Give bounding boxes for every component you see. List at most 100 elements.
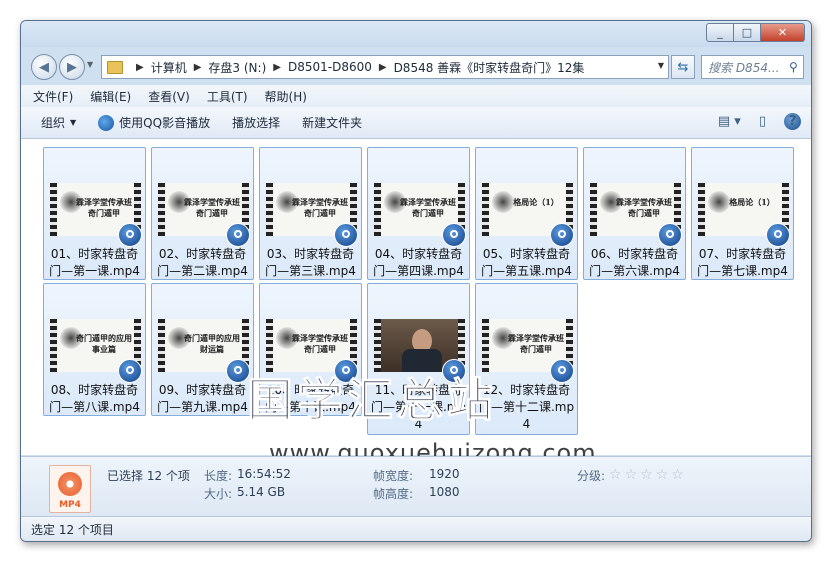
breadcrumb-folder[interactable]: D8548 善霖《时家转盘奇门》12集 [394, 59, 585, 76]
file-tile[interactable]: 霖泽学堂传承班 奇门遁甲 01、时家转盘奇门—第一课.mp4 [43, 147, 146, 280]
chevron-right-icon[interactable]: ▶ [136, 62, 144, 73]
status-bar: 选定 12 个项目 [21, 516, 811, 541]
file-name: 09、时家转盘奇门—第九课.mp4 [157, 383, 248, 414]
qq-player-badge-icon [118, 223, 142, 247]
file-tile[interactable]: 奇门遁甲的应用 事业篇 08、时家转盘奇门—第八课.mp4 [43, 283, 146, 416]
chevron-right-icon[interactable]: ▶ [273, 62, 281, 73]
address-row: ◀ ▶ ▼ ▶ 计算机 ▶ 存盘3 (N:) ▶ D8501-D8600 ▶ D8548… [21, 48, 811, 84]
selection-count: 已选择 12 个项 [107, 469, 190, 483]
organize-label: 组织 [41, 116, 66, 130]
refresh-icon: ⇆ [677, 59, 689, 75]
address-dropdown-icon[interactable]: ▼ [658, 61, 664, 70]
qq-player-badge-icon [442, 223, 466, 247]
play-with-qq-button[interactable]: 使用QQ影音播放 [98, 114, 210, 131]
search-box[interactable]: 搜索 D854... ⚲ [701, 55, 804, 79]
status-text: 选定 12 个项目 [31, 523, 114, 537]
file-tile[interactable]: 霖泽学堂传承班 奇门遁甲 03、时家转盘奇门—第三课.mp4 [259, 147, 362, 280]
explorer-window: _ □ ✕ ◀ ▶ ▼ ▶ 计算机 ▶ 存盘3 (N:) ▶ D8501-D8600 … [20, 20, 812, 542]
folder-icon [107, 60, 123, 74]
refresh-button[interactable]: ⇆ [671, 55, 695, 79]
star-icon[interactable]: ☆ [640, 467, 653, 483]
qq-player-badge-icon [658, 223, 682, 247]
star-icon[interactable]: ☆ [656, 467, 669, 483]
chevron-right-icon[interactable]: ▶ [379, 62, 387, 73]
file-name: 07、时家转盘奇门—第七课.mp4 [697, 247, 788, 278]
menu-help[interactable]: 帮助(H) [265, 88, 307, 105]
mp4-file-icon: MP4 [49, 465, 91, 513]
qq-player-badge-icon [766, 223, 790, 247]
maximize-button[interactable]: □ [733, 23, 761, 42]
details-pane: MP4 已选择 12 个项 长度: 16:54:52 大小: 5.14 GB 帧… [21, 456, 811, 517]
menu-edit[interactable]: 编辑(E) [90, 88, 131, 105]
play-with-qq-label: 使用QQ影音播放 [119, 116, 211, 130]
qq-player-badge-icon [550, 359, 574, 383]
back-button[interactable]: ◀ [31, 54, 57, 80]
thumbnail-title: 霖泽学堂传承班 奇门遁甲 [616, 197, 672, 218]
qq-player-badge-icon [334, 223, 358, 247]
qq-player-badge-icon [550, 223, 574, 247]
size-value: 5.14 GB [237, 485, 286, 499]
length-label: 长度: [204, 469, 233, 483]
new-folder-label: 新建文件夹 [302, 116, 363, 130]
breadcrumb-drive[interactable]: 存盘3 (N:) [208, 59, 266, 76]
file-name: 02、时家转盘奇门—第二课.mp4 [157, 247, 248, 278]
file-tile[interactable]: 格局论（1） 05、时家转盘奇门—第五课.mp4 [475, 147, 578, 280]
search-input[interactable]: 搜索 D854... [702, 59, 789, 76]
thumbnail-title: 格局论（1） [729, 197, 775, 207]
rating-label: 分级: [577, 469, 606, 483]
thumbnail-title: 霖泽学堂传承班 奇门遁甲 [508, 333, 564, 354]
star-icon[interactable]: ☆ [671, 467, 684, 483]
breadcrumb-computer[interactable]: 计算机 [151, 59, 187, 76]
new-folder-button[interactable]: 新建文件夹 [302, 114, 362, 131]
rating-stars[interactable]: ☆ ☆ ☆ ☆ ☆ [609, 467, 687, 483]
play-selection-button[interactable]: 播放选择 [232, 114, 280, 131]
menu-bar: 文件(F) 编辑(E) 查看(V) 工具(T) 帮助(H) [21, 85, 811, 107]
arrow-left-icon: ◀ [39, 59, 49, 75]
length-value: 16:54:52 [237, 467, 291, 481]
thumbnail-title: 霖泽学堂传承班 奇门遁甲 [400, 197, 456, 218]
organize-button[interactable]: 组织 ▼ [41, 114, 76, 131]
close-button[interactable]: ✕ [760, 23, 805, 42]
star-icon[interactable]: ☆ [609, 467, 622, 483]
arrow-right-icon: ▶ [67, 59, 77, 75]
forward-button[interactable]: ▶ [59, 54, 85, 80]
frame-width-value: 1920 [429, 467, 460, 481]
thumbnail-title: 奇门遁甲的应用 事业篇 [76, 333, 132, 354]
file-list: 霖泽学堂传承班 奇门遁甲 12、时家转盘奇门—第十二课.mp4 11、时家转盘奇门—… [21, 139, 811, 467]
command-bar: 组织 ▼ 使用QQ影音播放 播放选择 新建文件夹 ▤ ▾ ▯ ? [21, 107, 811, 139]
view-options-icon[interactable]: ▤ ▾ [718, 114, 741, 129]
qq-player-icon [98, 114, 115, 131]
breadcrumb-range[interactable]: D8501-D8600 [288, 60, 372, 74]
file-tile[interactable]: 霖泽学堂传承班 奇门遁甲 06、时家转盘奇门—第六课.mp4 [583, 147, 686, 280]
star-icon[interactable]: ☆ [625, 467, 638, 483]
watermark-text: 国学汇总站 [247, 373, 497, 428]
menu-tools[interactable]: 工具(T) [207, 88, 248, 105]
file-name: 03、时家转盘奇门—第三课.mp4 [265, 247, 356, 278]
size-label: 大小: [204, 487, 233, 501]
file-tile[interactable]: 霖泽学堂传承班 奇门遁甲 04、时家转盘奇门—第四课.mp4 [367, 147, 470, 280]
thumbnail-title: 霖泽学堂传承班 奇门遁甲 [292, 197, 348, 218]
preview-pane-icon[interactable]: ▯ [759, 114, 766, 129]
thumbnail-title: 霖泽学堂传承班 奇门遁甲 [292, 333, 348, 354]
menu-file[interactable]: 文件(F) [33, 88, 73, 105]
file-tile[interactable]: 奇门遁甲的应用 财运篇 09、时家转盘奇门—第九课.mp4 [151, 283, 254, 416]
file-tile[interactable]: 霖泽学堂传承班 奇门遁甲 02、时家转盘奇门—第二课.mp4 [151, 147, 254, 280]
frame-width-label: 帧宽度: [373, 469, 414, 483]
chevron-down-icon: ▼ [70, 118, 77, 127]
file-name: 04、时家转盘奇门—第四课.mp4 [373, 247, 464, 278]
menu-view[interactable]: 查看(V) [148, 88, 190, 105]
search-icon[interactable]: ⚲ [789, 60, 803, 74]
minimize-button[interactable]: _ [706, 23, 734, 42]
thumbnail-title: 霖泽学堂传承班 奇门遁甲 [76, 197, 132, 218]
file-tile[interactable]: 格局论（1） 07、时家转盘奇门—第七课.mp4 [691, 147, 794, 280]
chevron-right-icon[interactable]: ▶ [194, 62, 202, 73]
file-name: 01、时家转盘奇门—第一课.mp4 [49, 247, 140, 278]
thumbnail-title: 奇门遁甲的应用 财运篇 [184, 333, 240, 354]
qq-player-badge-icon [118, 359, 142, 383]
help-icon[interactable]: ? [784, 113, 801, 130]
recent-pages-dropdown-icon[interactable]: ▼ [87, 60, 93, 69]
play-selection-label: 播放选择 [232, 116, 281, 130]
thumbnail-title: 霖泽学堂传承班 奇门遁甲 [184, 197, 240, 218]
address-bar[interactable]: ▶ 计算机 ▶ 存盘3 (N:) ▶ D8501-D8600 ▶ D8548 善霖《时家… [101, 55, 669, 79]
qq-player-badge-icon [226, 223, 250, 247]
